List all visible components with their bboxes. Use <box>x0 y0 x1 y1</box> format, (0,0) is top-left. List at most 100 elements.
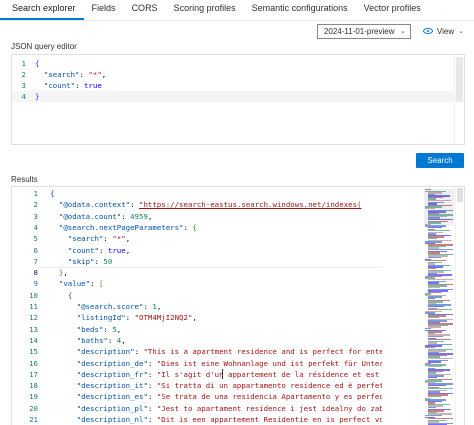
results-label: Results <box>11 175 38 184</box>
line-number: 17 <box>29 369 38 379</box>
result-line: 20 "description_pl": "Jest to apartament… <box>12 403 382 414</box>
result-code: "description": "This is a apartment resi… <box>76 347 382 357</box>
result-code: "beds": 5, <box>76 324 122 334</box>
line-number: 13 <box>29 324 38 334</box>
results-scrollbar[interactable] <box>455 187 464 425</box>
line-number: 15 <box>29 347 38 357</box>
line-number: 6 <box>33 245 38 255</box>
view-button[interactable]: View ⌄ <box>422 26 464 36</box>
tab-vector-profiles[interactable]: Vector profiles <box>356 0 429 20</box>
line-number: 1 <box>33 189 38 198</box>
result-code: "baths": 4, <box>76 335 126 345</box>
result-code: "description_fr": "Il s'agit d'un appart… <box>76 369 382 379</box>
results-viewer[interactable]: 1{2 "@odata.context": "https://search-ea… <box>11 186 465 425</box>
result-line: 1{ <box>12 188 382 199</box>
result-line: 10 { <box>12 290 382 301</box>
result-line: 17 "description_fr": "Il s'agit d'un app… <box>12 369 382 380</box>
tab-bar: Search explorer Fields CORS Scoring profile… <box>0 0 474 20</box>
query-code: "search": "*", <box>43 70 107 79</box>
result-line: 19 "description_es": "Se trata de una re… <box>12 391 382 402</box>
tab-semantic-configurations[interactable]: Semantic configurations <box>244 0 356 20</box>
result-line: 15 "description": "This is a apartment r… <box>12 346 382 357</box>
query-editor-scrollbar[interactable] <box>454 55 464 144</box>
result-line: 5 "search": "*", <box>12 233 382 244</box>
line-number: 14 <box>29 335 38 345</box>
result-line: 11 "@search.score": 1, <box>12 301 382 312</box>
view-label: View <box>436 26 455 36</box>
result-code: "@search.nextPageParameters": { <box>58 222 197 232</box>
result-code: "search": "*", <box>67 234 131 244</box>
line-number: 9 <box>33 279 38 289</box>
result-line: 14 "baths": 4, <box>12 335 382 346</box>
query-editor-label: JSON query editor <box>11 42 77 51</box>
result-line: 3 "@odata.count": 4959, <box>12 211 382 222</box>
tab-bar-divider <box>0 20 474 21</box>
result-code: }, <box>58 268 68 278</box>
result-code: { <box>67 290 73 300</box>
line-number: 4 <box>21 92 26 101</box>
tab-fields[interactable]: Fields <box>84 0 124 20</box>
result-line: 7 "skip": 50 <box>12 256 382 267</box>
result-line: 4 "@search.nextPageParameters": { <box>12 222 382 233</box>
result-code: "description_es": "Se trata de una resid… <box>76 392 382 402</box>
result-line: 2 "@odata.context": "https://search-east… <box>12 199 382 210</box>
result-code: "description_nl": "Dit is een appartemen… <box>76 415 382 424</box>
api-version-select[interactable]: 2024-11-01-preview ⌄ <box>316 23 411 39</box>
result-code: "skip": 50 <box>67 256 113 266</box>
result-code: "description_it": "Si tratta di un appar… <box>76 381 382 391</box>
line-number: 12 <box>29 313 38 323</box>
toolbar: 2024-11-01-preview ⌄ View ⌄ <box>316 23 464 39</box>
result-code: "description_de": "Dies ist eine Wohnanl… <box>76 358 382 368</box>
line-number: 18 <box>29 381 38 391</box>
line-number: 10 <box>29 290 38 300</box>
line-number: 8 <box>33 268 38 278</box>
result-line: 8 }, <box>12 267 382 279</box>
result-line: 9 "value": [ <box>12 278 382 289</box>
line-number: 1 <box>21 59 26 68</box>
line-number: 2 <box>33 200 38 210</box>
query-code: "count": true <box>43 81 102 90</box>
minimap[interactable] <box>424 189 454 425</box>
json-query-editor[interactable]: 1{2 "search": "*", 3 "count": true 4} <box>11 54 465 145</box>
result-code: "description_pl": "Jest to apartament re… <box>76 403 382 413</box>
result-code: "@odata.count": 4959, <box>58 211 153 221</box>
line-number: 20 <box>29 403 38 413</box>
line-number: 3 <box>21 81 26 90</box>
line-number: 16 <box>29 358 38 368</box>
tab-cors[interactable]: CORS <box>124 0 166 20</box>
query-code: } <box>35 92 40 101</box>
query-line: 3 "count": true <box>12 80 454 91</box>
result-code: "@search.score": 1, <box>76 302 162 311</box>
result-line: 21 "description_nl": "Dit is een apparte… <box>12 414 382 425</box>
chevron-down-icon: ⌄ <box>400 28 406 35</box>
line-number: 7 <box>33 256 38 266</box>
result-line: 18 "description_it": "Si tratta di un ap… <box>12 380 382 391</box>
eye-icon <box>422 28 433 34</box>
line-number: 11 <box>29 302 38 311</box>
result-line: 16 "description_de": "Dies ist eine Wohn… <box>12 358 382 369</box>
line-number: 5 <box>33 234 38 244</box>
result-code: "@odata.context": "https://search-eastus… <box>58 200 362 210</box>
result-line: 12 "listingId": "OTM4MjI2NQ2", <box>12 312 382 323</box>
query-line: 2 "search": "*", <box>12 69 454 80</box>
query-code: { <box>35 59 40 68</box>
line-number: 19 <box>29 392 38 402</box>
search-button[interactable]: Search <box>416 153 464 168</box>
query-line: 4} <box>12 91 454 102</box>
line-number: 2 <box>21 70 26 79</box>
result-code: { <box>50 189 55 198</box>
result-code: "value": [ <box>58 279 104 289</box>
result-code: "listingId": "OTM4MjI2NQ2", <box>76 313 197 323</box>
tab-search-explorer[interactable]: Search explorer <box>0 0 84 20</box>
text-cursor <box>222 368 223 379</box>
line-number: 3 <box>33 211 38 221</box>
result-code: "count": true, <box>67 245 131 255</box>
result-line: 6 "count": true, <box>12 245 382 256</box>
line-number: 21 <box>29 415 38 424</box>
query-line: 1{ <box>12 58 454 69</box>
api-version-value: 2024-11-01-preview <box>323 26 395 36</box>
line-number: 4 <box>33 222 38 232</box>
tab-scoring-profiles[interactable]: Scoring profiles <box>166 0 244 20</box>
chevron-down-icon: ⌄ <box>458 28 464 35</box>
result-line: 13 "beds": 5, <box>12 324 382 335</box>
